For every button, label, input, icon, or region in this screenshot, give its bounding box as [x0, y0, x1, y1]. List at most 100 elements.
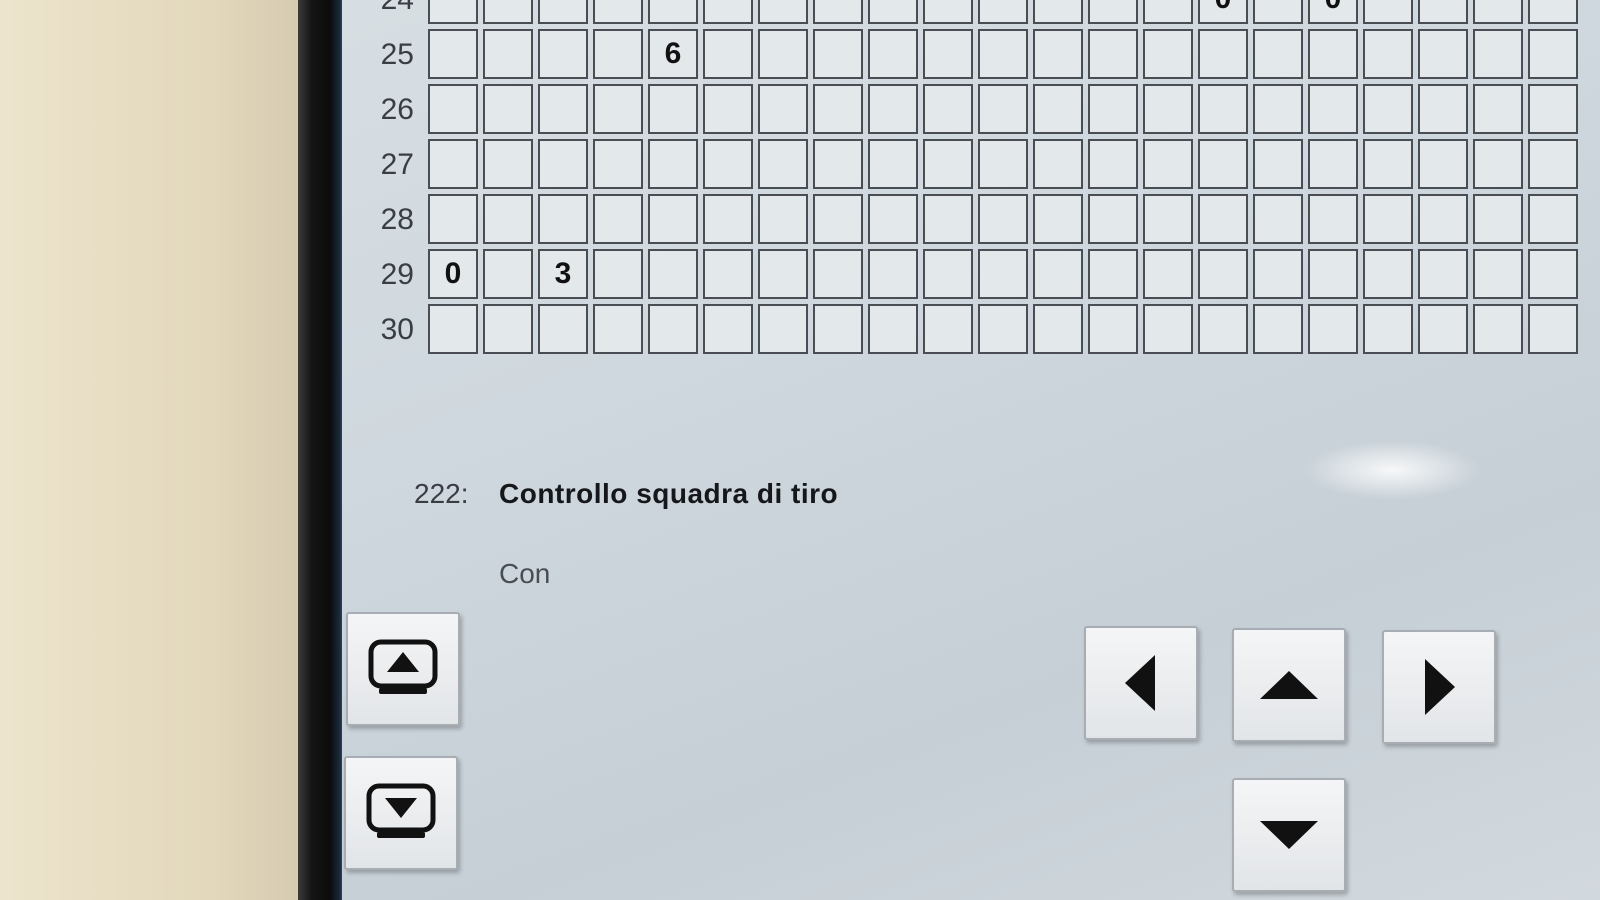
- grid-cell[interactable]: [923, 194, 973, 244]
- grid-cell[interactable]: [483, 29, 533, 79]
- grid-cell[interactable]: [758, 0, 808, 24]
- grid-cell[interactable]: [1528, 0, 1578, 24]
- grid-cell[interactable]: [1198, 139, 1248, 189]
- grid-cell[interactable]: [1143, 0, 1193, 24]
- page-up-button[interactable]: [346, 612, 460, 726]
- grid-cell[interactable]: [1308, 304, 1358, 354]
- grid-cell[interactable]: 3: [538, 249, 588, 299]
- grid-cell[interactable]: [1418, 0, 1468, 24]
- grid-cell[interactable]: [1253, 304, 1303, 354]
- grid-cell[interactable]: [538, 194, 588, 244]
- grid-cell[interactable]: [593, 29, 643, 79]
- grid-cell[interactable]: [1418, 139, 1468, 189]
- grid-cell[interactable]: 0: [1198, 0, 1248, 24]
- right-arrow-button[interactable]: [1382, 630, 1496, 744]
- grid-cell[interactable]: [428, 194, 478, 244]
- grid-cell[interactable]: [813, 249, 863, 299]
- grid-cell[interactable]: [1143, 84, 1193, 134]
- grid-cell[interactable]: [978, 0, 1028, 24]
- grid-cell[interactable]: [428, 84, 478, 134]
- grid-cell[interactable]: [978, 249, 1028, 299]
- grid-cell[interactable]: [813, 139, 863, 189]
- grid-cell[interactable]: [593, 139, 643, 189]
- grid-cell[interactable]: [1308, 194, 1358, 244]
- grid-cell[interactable]: [538, 139, 588, 189]
- grid-cell[interactable]: [1253, 84, 1303, 134]
- grid-cell[interactable]: [923, 139, 973, 189]
- grid-cell[interactable]: [593, 0, 643, 24]
- grid-cell[interactable]: [1088, 0, 1138, 24]
- grid-cell[interactable]: [923, 0, 973, 24]
- grid-cell[interactable]: [868, 0, 918, 24]
- grid-cell[interactable]: [1418, 84, 1468, 134]
- grid-cell[interactable]: [483, 0, 533, 24]
- grid-cell[interactable]: [1033, 304, 1083, 354]
- grid-cell[interactable]: [1253, 29, 1303, 79]
- grid-cell[interactable]: [1253, 194, 1303, 244]
- grid-cell[interactable]: [1088, 304, 1138, 354]
- grid-cell[interactable]: [813, 304, 863, 354]
- grid-cell[interactable]: [923, 249, 973, 299]
- grid-cell[interactable]: [1308, 139, 1358, 189]
- grid-cell[interactable]: [1143, 29, 1193, 79]
- grid-cell[interactable]: [978, 29, 1028, 79]
- grid-cell[interactable]: [428, 29, 478, 79]
- grid-cell[interactable]: [593, 194, 643, 244]
- grid-cell[interactable]: [1198, 304, 1248, 354]
- grid-cell[interactable]: [703, 249, 753, 299]
- grid-cell[interactable]: [1033, 29, 1083, 79]
- grid-cell[interactable]: [703, 139, 753, 189]
- grid-cell[interactable]: [648, 249, 698, 299]
- grid-cell[interactable]: [868, 194, 918, 244]
- grid-cell[interactable]: [1363, 84, 1413, 134]
- grid-cell[interactable]: [1418, 304, 1468, 354]
- grid-cell[interactable]: [868, 29, 918, 79]
- grid-cell[interactable]: [1473, 0, 1523, 24]
- grid-cell[interactable]: [1143, 304, 1193, 354]
- grid-cell[interactable]: [1033, 249, 1083, 299]
- grid-cell[interactable]: [1088, 194, 1138, 244]
- grid-cell[interactable]: [1143, 194, 1193, 244]
- grid-cell[interactable]: 0: [1308, 0, 1358, 24]
- grid-cell[interactable]: [648, 84, 698, 134]
- grid-cell[interactable]: [648, 139, 698, 189]
- grid-cell[interactable]: [483, 139, 533, 189]
- grid-cell[interactable]: [648, 0, 698, 24]
- grid-cell[interactable]: [1308, 84, 1358, 134]
- grid-cell[interactable]: [1143, 139, 1193, 189]
- grid-cell[interactable]: [758, 84, 808, 134]
- grid-cell[interactable]: [1033, 84, 1083, 134]
- grid-cell[interactable]: [868, 304, 918, 354]
- grid-cell[interactable]: [428, 139, 478, 189]
- grid-cell[interactable]: [1473, 139, 1523, 189]
- grid-cell[interactable]: [1363, 194, 1413, 244]
- grid-cell[interactable]: [648, 194, 698, 244]
- grid-cell[interactable]: [703, 29, 753, 79]
- grid-cell[interactable]: [978, 139, 1028, 189]
- grid-cell[interactable]: [1473, 249, 1523, 299]
- grid-cell[interactable]: [593, 84, 643, 134]
- grid-cell[interactable]: [1308, 249, 1358, 299]
- grid-cell[interactable]: [813, 194, 863, 244]
- grid-cell[interactable]: [538, 0, 588, 24]
- grid-cell[interactable]: [1473, 194, 1523, 244]
- grid-cell[interactable]: [1528, 84, 1578, 134]
- grid-cell[interactable]: [483, 249, 533, 299]
- grid-cell[interactable]: [1198, 29, 1248, 79]
- grid-cell[interactable]: [1253, 249, 1303, 299]
- grid-cell[interactable]: [538, 304, 588, 354]
- grid-cell[interactable]: [1528, 194, 1578, 244]
- grid-cell[interactable]: [868, 139, 918, 189]
- grid-cell[interactable]: [1528, 139, 1578, 189]
- grid-cell[interactable]: [1418, 29, 1468, 79]
- grid-cell[interactable]: 6: [648, 29, 698, 79]
- grid-cell[interactable]: [1253, 139, 1303, 189]
- grid-cell[interactable]: [923, 84, 973, 134]
- grid-cell[interactable]: [978, 194, 1028, 244]
- grid-cell[interactable]: [868, 249, 918, 299]
- grid-cell[interactable]: [1363, 0, 1413, 24]
- grid-cell[interactable]: [1528, 249, 1578, 299]
- grid-cell[interactable]: [1473, 84, 1523, 134]
- grid-cell[interactable]: [923, 29, 973, 79]
- grid-cell[interactable]: [813, 84, 863, 134]
